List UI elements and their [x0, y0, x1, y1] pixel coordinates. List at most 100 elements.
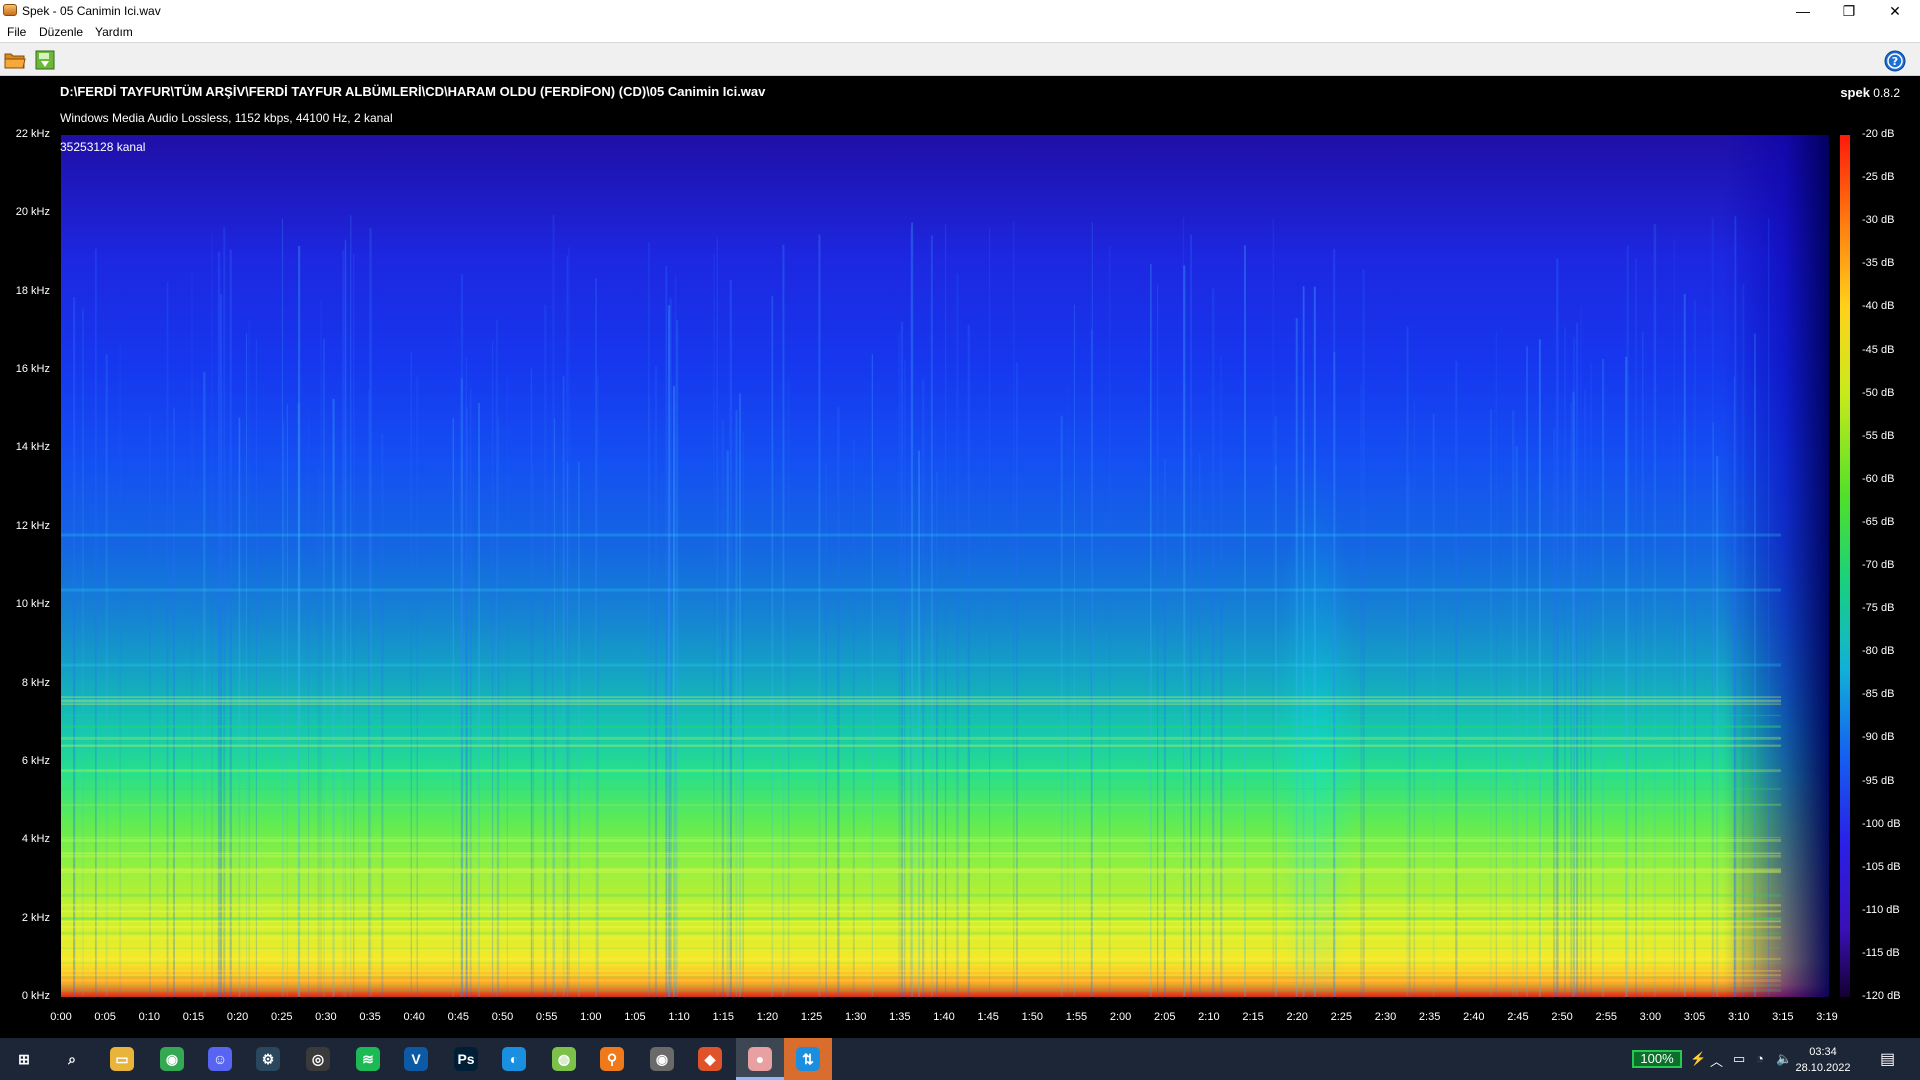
time-tick: 1:50 [1021, 1011, 1044, 1023]
time-tick: 2:35 [1418, 1011, 1441, 1023]
app-arrow-icon: ⇅ [796, 1047, 820, 1071]
overlay-label: 35253128 kanal [60, 140, 146, 154]
spectrogram-view: D:\FERDİ TAYFUR\TÜM ARŞİV\FERDİ TAYFUR A… [0, 76, 1920, 1038]
discord-icon: ☺ [208, 1047, 232, 1071]
spotify-button[interactable]: ≋ [344, 1038, 392, 1080]
search-button[interactable]: ⌕ [48, 1038, 96, 1080]
vegas-icon: V [404, 1047, 428, 1071]
time-tick: 0:40 [403, 1011, 425, 1023]
steam-icon: ⚙ [256, 1047, 280, 1071]
app-diamond-button[interactable]: ◆ [686, 1038, 734, 1080]
time-tick: 0:15 [182, 1011, 205, 1023]
db-tick: -90 dB [1862, 731, 1895, 744]
toolbar: ? [0, 42, 1920, 76]
frequency-tick: 14 kHz [15, 441, 50, 454]
spectrogram-plot[interactable] [61, 135, 1829, 997]
search-tool-icon: ⚲ [600, 1047, 624, 1071]
app-green-icon: ◍ [552, 1047, 576, 1071]
frequency-tick: 20 kHz [15, 206, 50, 219]
time-tick: 0:30 [315, 1011, 337, 1023]
time-tick: 1:15 [712, 1011, 734, 1023]
menu-help[interactable]: Yardım [95, 25, 133, 39]
chevron-up-icon[interactable]: ︿ [1710, 1051, 1723, 1070]
restore-button[interactable]: ❐ [1826, 0, 1872, 22]
window-title: Spek - 05 Canimin Ici.wav [22, 4, 161, 18]
app-green-button[interactable]: ◍ [540, 1038, 588, 1080]
obs-icon: ◎ [306, 1047, 330, 1071]
time-tick: 0:10 [138, 1011, 161, 1023]
frequency-tick: 6 kHz [21, 754, 50, 767]
wifi-icon[interactable]: ◔ [1756, 1051, 1764, 1066]
notification-icon[interactable]: ▤ [1880, 1049, 1895, 1069]
power-icon[interactable]: ⚡ [1690, 1051, 1706, 1067]
time-tick: 0:55 [535, 1011, 558, 1023]
db-tick: -85 dB [1862, 688, 1895, 701]
obs-button[interactable]: ◎ [294, 1038, 342, 1080]
time-tick: 3:15 [1772, 1011, 1794, 1023]
time-tick: 1:45 [977, 1011, 999, 1023]
vegas-button[interactable]: V [392, 1038, 440, 1080]
db-tick: -50 dB [1862, 386, 1895, 399]
time-tick: 3:00 [1639, 1011, 1662, 1023]
clock[interactable]: 03:34 28.10.2022 [1788, 1044, 1858, 1076]
app-diamond-icon: ◆ [698, 1047, 722, 1071]
search-tool-button[interactable]: ⚲ [588, 1038, 636, 1080]
db-tick: -95 dB [1862, 774, 1895, 787]
frequency-tick: 10 kHz [15, 598, 50, 611]
menu-bar: File Düzenle Yardım [0, 22, 1920, 42]
close-button[interactable]: ✕ [1872, 0, 1918, 22]
save-image-icon[interactable] [33, 49, 57, 71]
time-tick: 1:00 [580, 1011, 602, 1023]
time-tick: 2:50 [1551, 1011, 1573, 1023]
time-tick: 0:35 [359, 1011, 381, 1023]
db-tick: -80 dB [1862, 645, 1895, 658]
windows-start-button[interactable]: ⊞ [0, 1038, 48, 1080]
photoshop-icon: Ps [454, 1047, 478, 1071]
battery-icon[interactable]: ▭ [1733, 1051, 1745, 1067]
windows-start-icon: ⊞ [12, 1047, 36, 1071]
media-player-icon: ◉ [650, 1047, 674, 1071]
db-tick: -120 dB [1862, 990, 1901, 1002]
spotify-icon: ≋ [356, 1047, 380, 1071]
help-icon[interactable]: ? [1884, 50, 1906, 72]
minimize-button[interactable]: — [1780, 0, 1826, 22]
frequency-tick: 0 kHz [21, 990, 50, 1002]
time-tick: 0:00 [50, 1011, 72, 1023]
file-explorer-icon: ▭ [110, 1047, 134, 1071]
frequency-tick: 22 kHz [15, 128, 50, 140]
chrome-button[interactable]: ◉ [148, 1038, 196, 1080]
frequency-tick: 8 kHz [21, 676, 50, 689]
app-version: 0.8.2 [1873, 86, 1900, 100]
photoshop-button[interactable]: Ps [442, 1038, 490, 1080]
frequency-tick: 12 kHz [15, 519, 50, 532]
time-tick: 2:30 [1374, 1011, 1397, 1023]
media-player-button[interactable]: ◉ [638, 1038, 686, 1080]
folder-open-icon[interactable] [4, 51, 26, 69]
steam-button[interactable]: ⚙ [244, 1038, 292, 1080]
time-tick: 0:20 [226, 1011, 249, 1023]
time-tick: 2:10 [1198, 1011, 1220, 1023]
db-tick: -25 dB [1862, 171, 1895, 184]
db-tick: -75 dB [1862, 602, 1895, 615]
db-tick: -110 dB [1862, 903, 1900, 916]
discord-button[interactable]: ☺ [196, 1038, 244, 1080]
time-tick: 0:05 [94, 1011, 116, 1023]
time-tick: 2:25 [1330, 1011, 1353, 1023]
db-tick: -70 dB [1862, 559, 1895, 571]
db-colorbar [1840, 135, 1850, 997]
time-tick: 2:05 [1154, 1011, 1176, 1023]
app-blue-button[interactable]: ◐ [490, 1038, 538, 1080]
frequency-tick: 4 kHz [21, 833, 50, 846]
time-tick: 2:55 [1595, 1011, 1617, 1023]
app-blue-icon: ◐ [502, 1047, 526, 1071]
spectrogram-texture [61, 215, 1781, 997]
file-explorer-button[interactable]: ▭ [98, 1038, 146, 1080]
battery-indicator[interactable]: 100% [1632, 1050, 1682, 1068]
spek-taskbar-button[interactable]: ● [736, 1038, 784, 1080]
app-arrow-button[interactable]: ⇅ [784, 1038, 832, 1080]
app-version-label: spek 0.8.2 [1840, 85, 1900, 100]
menu-file[interactable]: File [7, 25, 26, 39]
menu-edit[interactable]: Düzenle [39, 25, 83, 39]
frequency-tick: 2 kHz [21, 911, 50, 924]
time-tick: 1:40 [933, 1011, 955, 1023]
